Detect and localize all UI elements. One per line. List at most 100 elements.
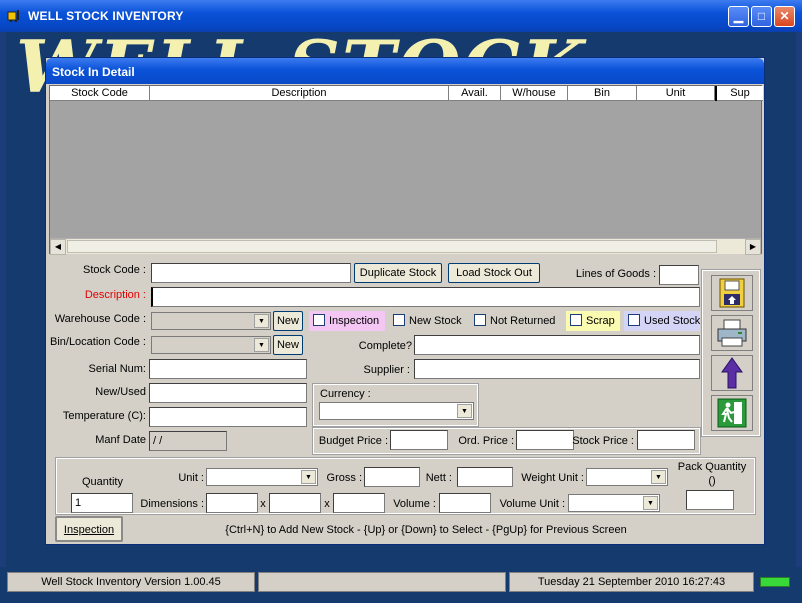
scroll-left-icon: ◀ — [54, 242, 62, 251]
checkbox-box[interactable] — [393, 314, 405, 326]
weight-unit-combo[interactable]: ▼ — [586, 468, 668, 486]
minimize-button[interactable]: ▁ — [728, 6, 749, 27]
pack-quantity-input[interactable] — [686, 490, 734, 510]
print-icon — [717, 319, 747, 347]
chevron-down-icon[interactable]: ▼ — [651, 470, 666, 484]
scroll-right-button[interactable]: ▶ — [745, 239, 761, 255]
grid-column-stock-code[interactable]: Stock Code — [50, 86, 150, 101]
checkbox-box[interactable] — [313, 314, 325, 326]
nett-input[interactable] — [457, 467, 513, 487]
warehouse-code-label: Warehouse Code : — [54, 313, 146, 325]
checkbox-box[interactable] — [570, 314, 582, 326]
bin-location-label: Bin/Location Code : — [49, 336, 146, 348]
used-stock-checkbox-label: Used Stock — [644, 315, 701, 327]
grid-horizontal-scrollbar[interactable]: ◀ ▶ — [50, 238, 761, 255]
grid-column-description[interactable]: Description — [150, 86, 449, 101]
duplicate-stock-button[interactable]: Duplicate Stock — [354, 263, 442, 283]
exit-button[interactable] — [711, 395, 753, 431]
warehouse-code-combo[interactable]: ▼ — [151, 312, 271, 330]
stock-price-input[interactable] — [637, 430, 695, 450]
weight-unit-label: Weight Unit : — [521, 472, 584, 484]
new-bin-button[interactable]: New — [273, 335, 303, 355]
inspection-checkbox-label: Inspection — [329, 315, 380, 327]
serial-num-input[interactable] — [149, 359, 307, 379]
inspection-checkbox[interactable]: Inspection — [309, 311, 385, 331]
not-returned-checkbox-label: Not Returned — [490, 315, 556, 327]
lines-of-goods-input[interactable] — [659, 265, 699, 285]
volume-unit-combo[interactable]: ▼ — [568, 494, 660, 512]
minimize-icon: ▁ — [733, 9, 744, 23]
scroll-right-icon: ▶ — [749, 242, 757, 251]
description-input[interactable] — [151, 287, 700, 307]
quantity-label: Quantity — [82, 476, 123, 488]
scroll-left-button[interactable]: ◀ — [50, 239, 66, 255]
stock-in-detail-window: Stock In Detail Stock Code Description A… — [45, 57, 765, 545]
chevron-down-icon[interactable]: ▼ — [643, 496, 658, 510]
chevron-down-icon[interactable]: ▼ — [254, 338, 269, 352]
chevron-down-icon[interactable]: ▼ — [457, 404, 472, 418]
gross-label: Gross : — [326, 472, 362, 484]
up-arrow-icon — [721, 357, 743, 389]
app-title: WELL STOCK INVENTORY — [28, 9, 184, 23]
checkbox-box[interactable] — [628, 314, 640, 326]
checkbox-box[interactable] — [474, 314, 486, 326]
status-empty-panel — [258, 572, 506, 592]
gross-input[interactable] — [364, 467, 420, 487]
new-stock-checkbox[interactable]: New Stock — [389, 311, 465, 331]
stock-code-input[interactable] — [151, 263, 351, 283]
maximize-button[interactable]: □ — [751, 6, 772, 27]
used-stock-checkbox[interactable]: Used Stock — [624, 311, 700, 331]
load-stock-out-button[interactable]: Load Stock Out — [448, 263, 540, 283]
chevron-down-icon[interactable]: ▼ — [301, 470, 316, 484]
close-button[interactable]: ✕ — [774, 6, 795, 27]
new-warehouse-button[interactable]: New — [273, 311, 303, 331]
up-button[interactable] — [711, 355, 753, 391]
stock-price-label: Stock Price : — [572, 435, 634, 447]
status-bar: Well Stock Inventory Version 1.00.45 Tue… — [0, 567, 802, 603]
dimension-width-input[interactable] — [269, 493, 321, 513]
currency-label: Currency : — [320, 388, 371, 400]
exit-icon — [717, 398, 747, 428]
dimension-length-input[interactable] — [206, 493, 258, 513]
status-led-icon — [760, 577, 790, 587]
close-icon: ✕ — [779, 9, 790, 23]
unit-combo[interactable]: ▼ — [206, 468, 318, 486]
volume-input[interactable] — [439, 493, 491, 513]
temperature-label: Temperature (C): — [62, 410, 146, 422]
not-returned-checkbox[interactable]: Not Returned — [470, 311, 564, 331]
grid-column-supplier[interactable]: Sup — [715, 86, 763, 101]
budget-price-label: Budget Price : — [318, 435, 388, 447]
chevron-down-icon[interactable]: ▼ — [254, 314, 269, 328]
grid-header: Stock Code Description Avail. W/house Bi… — [50, 86, 763, 101]
scrap-checkbox[interactable]: Scrap — [566, 311, 620, 331]
ord-price-input[interactable] — [516, 430, 574, 450]
status-datetime: Tuesday 21 September 2010 16:27:43 — [509, 572, 754, 592]
quantity-input[interactable]: 1 — [71, 493, 133, 513]
detail-window-title: Stock In Detail — [52, 65, 135, 79]
pack-quantity-unit: () — [708, 475, 716, 487]
scrap-checkbox-label: Scrap — [586, 315, 615, 327]
temperature-input[interactable] — [149, 407, 307, 427]
grid-column-bin[interactable]: Bin — [568, 86, 637, 101]
stock-grid[interactable]: Stock Code Description Avail. W/house Bi… — [49, 85, 763, 255]
detail-titlebar: Stock In Detail — [46, 58, 764, 84]
supplier-input[interactable] — [414, 359, 700, 379]
grid-column-warehouse[interactable]: W/house — [501, 86, 568, 101]
grid-column-unit[interactable]: Unit — [637, 86, 715, 101]
inspection-button[interactable]: Inspection — [55, 516, 123, 542]
new-used-input[interactable] — [149, 383, 307, 403]
dimension-x-label: x — [324, 498, 330, 510]
grid-column-avail[interactable]: Avail. — [449, 86, 501, 101]
bin-location-combo[interactable]: ▼ — [151, 336, 271, 354]
keyboard-hint-text: {Ctrl+N} to Add New Stock - {Up} or {Dow… — [225, 524, 627, 536]
volume-unit-label: Volume Unit : — [499, 498, 565, 510]
dimension-height-input[interactable] — [333, 493, 385, 513]
volume-label: Volume : — [393, 498, 436, 510]
print-button[interactable] — [711, 315, 753, 351]
complete-input[interactable] — [414, 335, 700, 355]
currency-combo[interactable]: ▼ — [319, 402, 474, 420]
manf-date-input[interactable]: / / — [149, 431, 227, 451]
scroll-thumb[interactable] — [67, 240, 717, 253]
save-button[interactable] — [711, 275, 753, 311]
budget-price-input[interactable] — [390, 430, 448, 450]
